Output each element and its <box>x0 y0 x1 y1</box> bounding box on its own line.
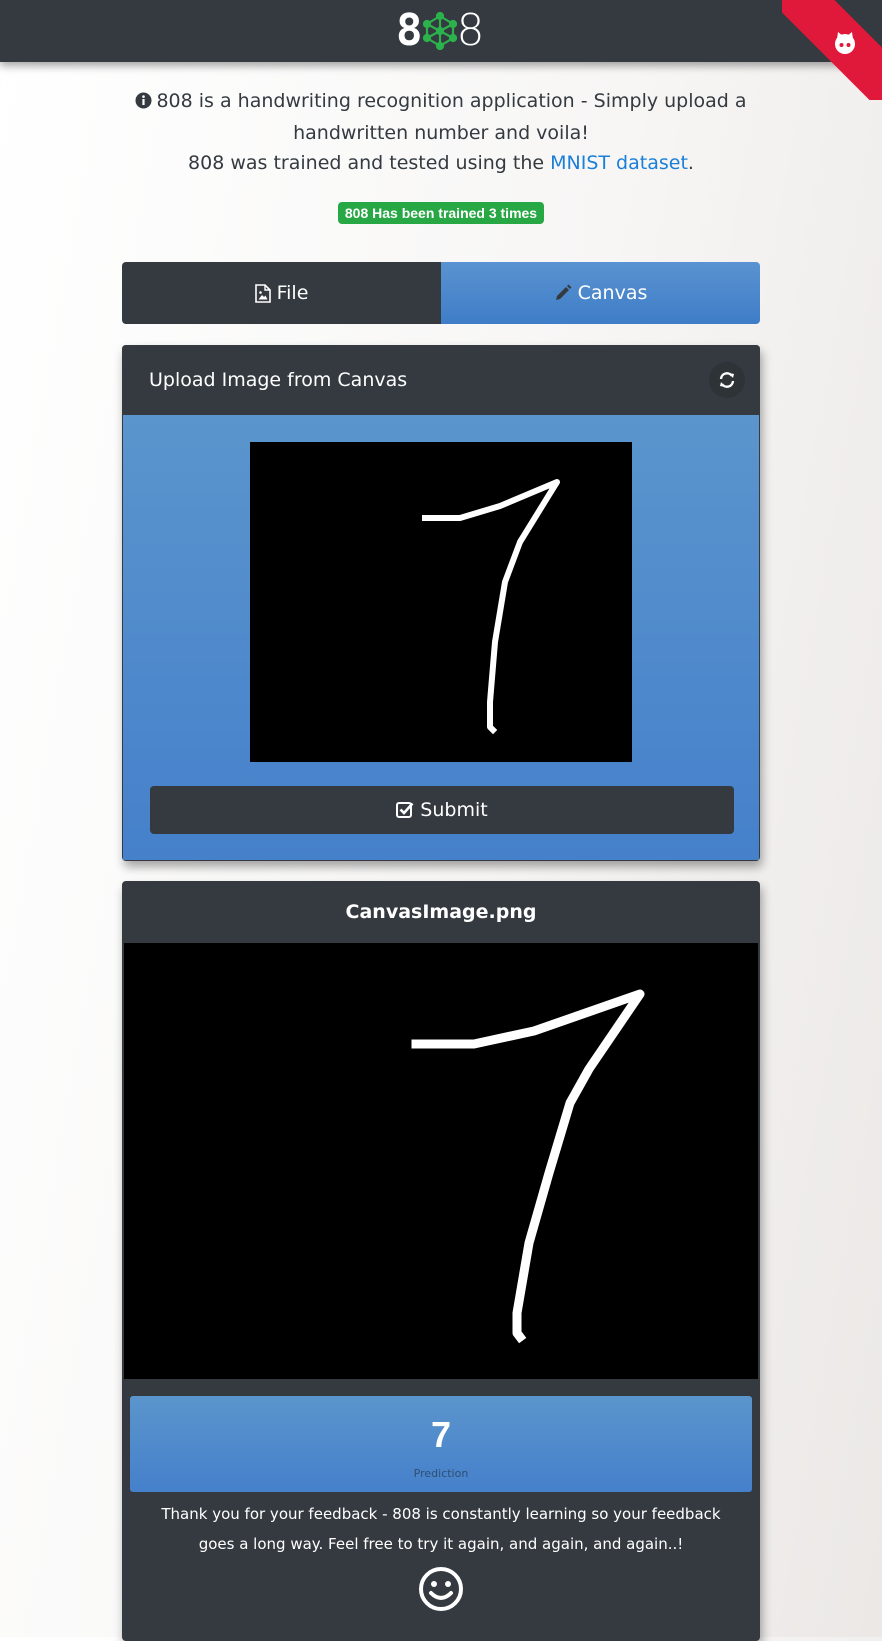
logo-left-digit: 8 <box>396 5 423 56</box>
submitted-digit-drawing <box>411 989 645 1344</box>
github-ribbon[interactable] <box>782 0 882 100</box>
upload-card-title: Upload Image from Canvas <box>149 369 408 391</box>
submit-label: Submit <box>420 799 488 821</box>
intro-text: 808 is a handwriting recognition applica… <box>120 86 762 178</box>
pencil-icon <box>555 284 572 300</box>
prediction-result-card: CanvasImage.png 7 Prediction Thank you f… <box>122 881 760 1641</box>
smiley-icon <box>418 1566 464 1616</box>
intro-line-1: 808 is a handwriting recognition applica… <box>156 90 747 144</box>
mnist-link[interactable]: MNIST dataset <box>550 152 688 174</box>
file-image-icon <box>254 283 271 303</box>
refresh-icon <box>719 372 735 388</box>
intro-line-2: 808 was trained and tested using the <box>188 152 551 174</box>
tab-file-label: File <box>276 282 309 304</box>
canvas-upload-card: Upload Image from Canvas Submit <box>122 345 760 861</box>
app-logo[interactable]: 8 8 <box>396 5 485 56</box>
training-count-badge: 808 Has been trained 3 times <box>337 202 545 224</box>
drawing-canvas[interactable] <box>250 442 632 762</box>
check-square-icon <box>396 802 414 818</box>
feedback-message: Thank you for your feedback - 808 is con… <box>161 1505 721 1553</box>
tab-canvas-label: Canvas <box>577 282 648 304</box>
logo-right-digit: 8 <box>456 5 485 56</box>
top-navbar: 8 8 <box>0 0 882 62</box>
result-filename: CanvasImage.png <box>345 901 537 923</box>
prediction-panel: 7 Prediction <box>130 1396 752 1492</box>
prediction-label: Prediction <box>413 1467 469 1480</box>
intro-line-2-suffix: . <box>687 152 694 174</box>
github-octocat-icon <box>835 31 855 54</box>
clear-canvas-button[interactable] <box>709 362 745 398</box>
tab-file[interactable]: File <box>122 262 441 324</box>
input-mode-tabs: File Canvas <box>122 262 760 324</box>
info-icon <box>135 88 152 118</box>
submitted-image <box>124 943 758 1379</box>
tab-canvas[interactable]: Canvas <box>441 262 760 324</box>
handwritten-digit-drawing <box>422 479 560 735</box>
neural-network-icon <box>422 12 457 50</box>
prediction-value: 7 <box>430 1414 452 1455</box>
submit-button[interactable]: Submit <box>150 786 734 834</box>
